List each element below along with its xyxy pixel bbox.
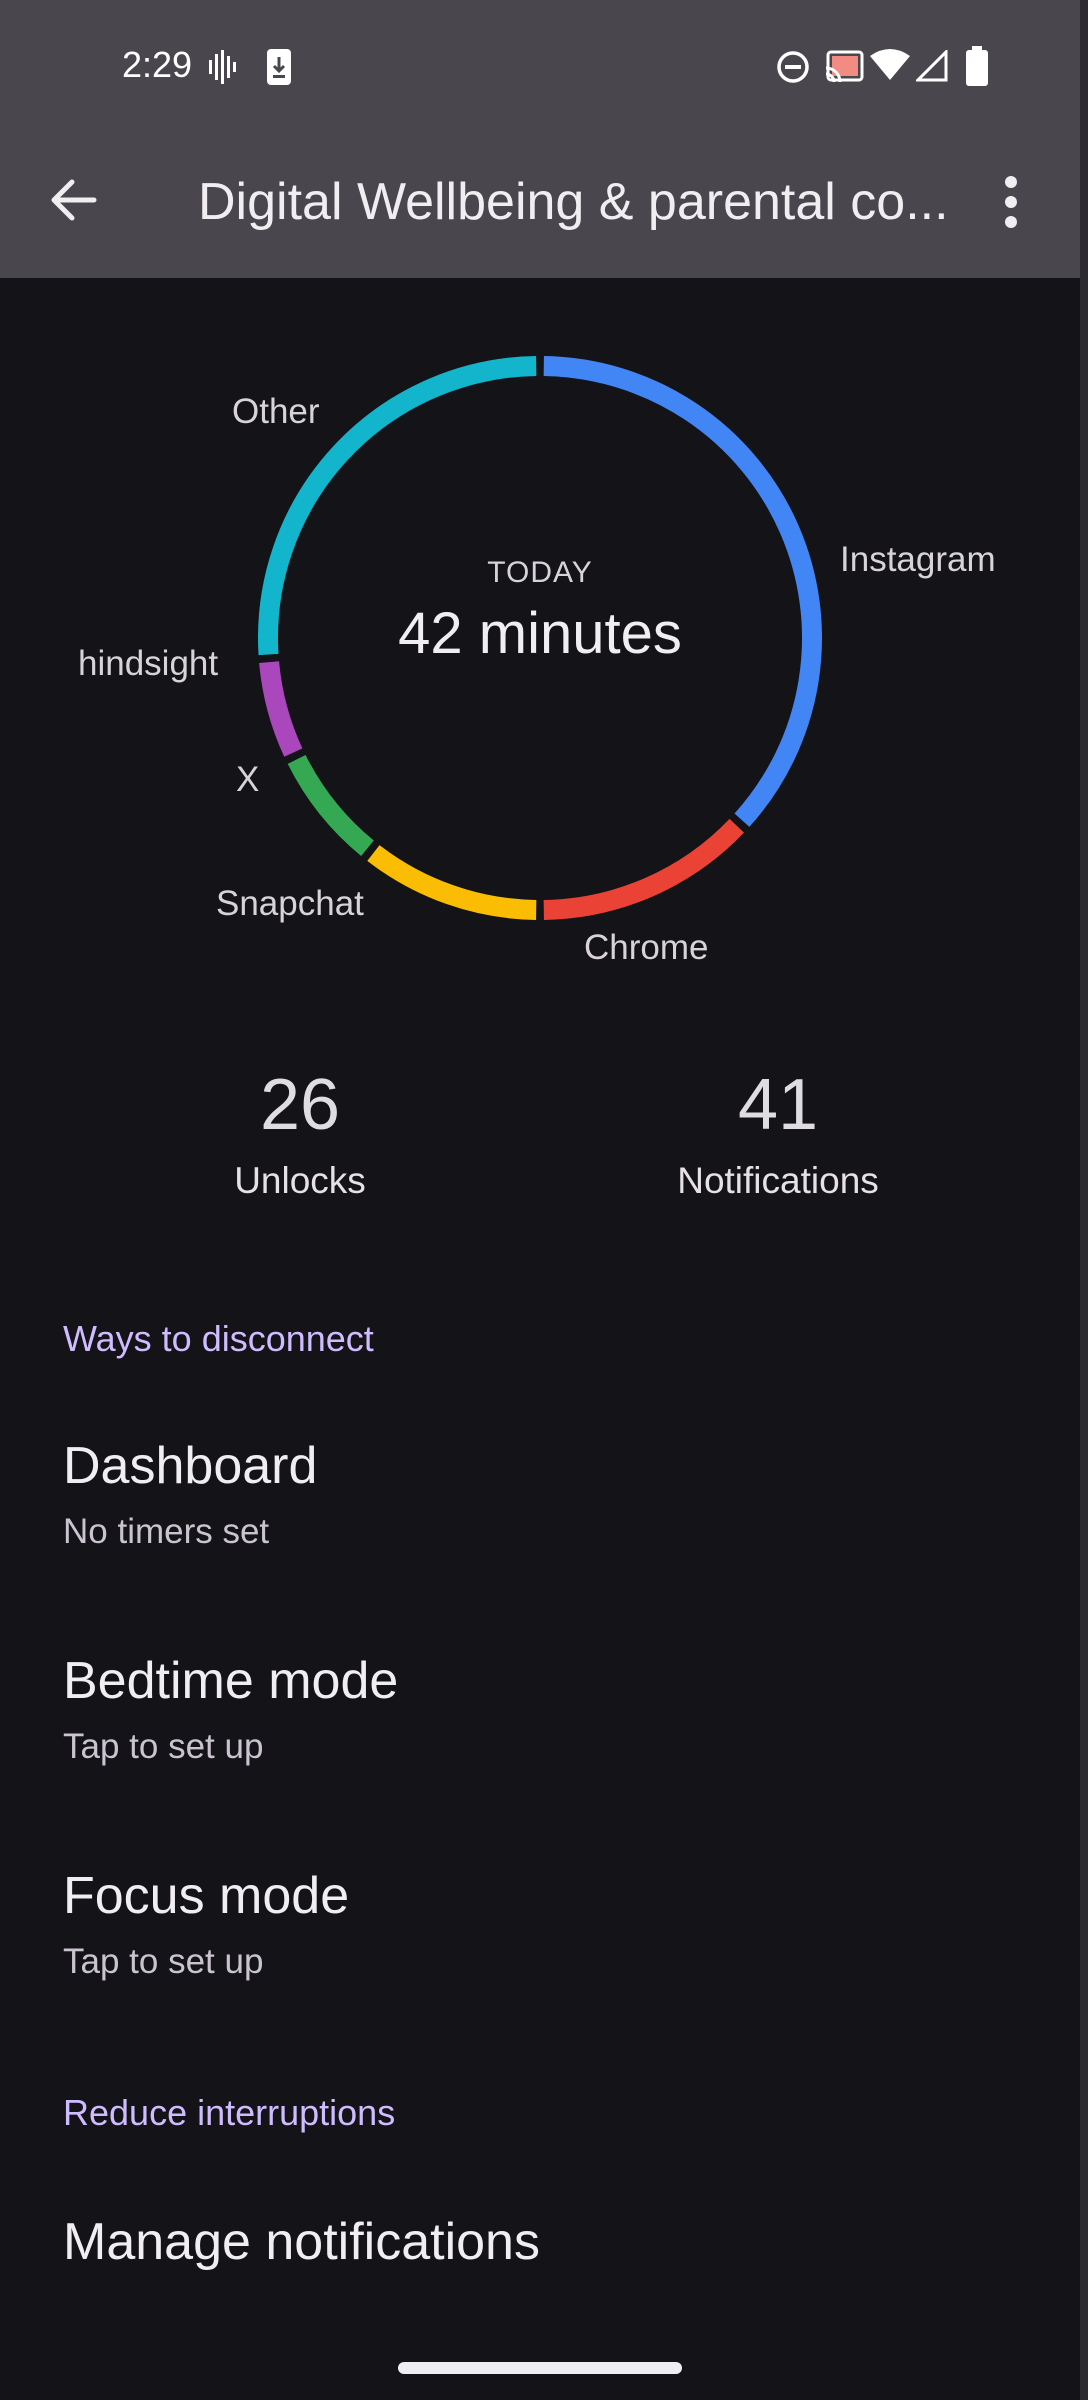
reduce-interruptions-header: Reduce interruptions [63, 2092, 396, 2133]
donut-segment-snapchat[interactable] [367, 845, 537, 920]
notifications-label: Notifications [677, 1160, 879, 1201]
chart-label-other[interactable]: Other [232, 392, 320, 432]
bedtime-mode-title: Bedtime mode [63, 1652, 399, 1710]
dashboard-title: Dashboard [63, 1437, 318, 1495]
voicemail-wave-icon [209, 50, 236, 84]
manage-notifications-item[interactable]: Manage notifications [63, 2212, 1063, 2272]
chart-label-instagram[interactable]: Instagram [840, 540, 996, 580]
cellular-signal-icon [916, 50, 948, 82]
battery-icon [966, 46, 988, 86]
notifications-count: 41 [737, 1065, 819, 1145]
unlocks-label: Unlocks [234, 1160, 366, 1201]
bedtime-mode-item[interactable]: Bedtime mode Tap to set up [63, 1651, 1063, 1767]
chart-label-snapchat[interactable]: Snapchat [216, 884, 364, 924]
focus-mode-subtitle: Tap to set up [63, 1942, 264, 1981]
donut-segment-x[interactable] [287, 754, 374, 856]
notifications-stat: 41 Notifications [628, 1064, 928, 1202]
wifi-icon [870, 49, 910, 80]
manage-notifications-title: Manage notifications [63, 2213, 540, 2271]
dashboard-item[interactable]: Dashboard No timers set [63, 1436, 1063, 1552]
chart-label-x[interactable]: X [236, 760, 259, 800]
unlocks-count: 26 [259, 1065, 341, 1145]
status-bar: 2:29 [0, 0, 1080, 134]
page-title: Digital Wellbeing & parental co... [198, 173, 949, 231]
more-options-icon[interactable] [996, 176, 1026, 228]
status-time: 2:29 [122, 44, 193, 85]
focus-mode-title: Focus mode [63, 1867, 350, 1925]
chart-label-hindsight[interactable]: hindsight [78, 644, 218, 684]
bedtime-mode-subtitle: Tap to set up [63, 1727, 264, 1766]
donut-segment-chrome[interactable] [543, 818, 745, 920]
do-not-disturb-icon [777, 51, 809, 83]
dashboard-subtitle: No timers set [63, 1512, 270, 1551]
cast-icon [825, 50, 864, 83]
download-phone-icon [267, 49, 291, 85]
focus-mode-item[interactable]: Focus mode Tap to set up [63, 1866, 1063, 1982]
scrollbar[interactable] [1080, 0, 1088, 2400]
gesture-nav-handle[interactable] [398, 2362, 682, 2374]
donut-segment-instagram[interactable] [543, 356, 822, 827]
usage-total-time: 42 minutes [398, 601, 682, 666]
unlocks-stat: 26 Unlocks [150, 1064, 450, 1202]
donut-segment-hindsight[interactable] [259, 661, 303, 757]
ways-to-disconnect-header: Ways to disconnect [63, 1318, 374, 1359]
chart-label-chrome[interactable]: Chrome [584, 928, 708, 968]
usage-period-label: TODAY [487, 556, 593, 589]
back-arrow-icon[interactable] [44, 172, 100, 228]
